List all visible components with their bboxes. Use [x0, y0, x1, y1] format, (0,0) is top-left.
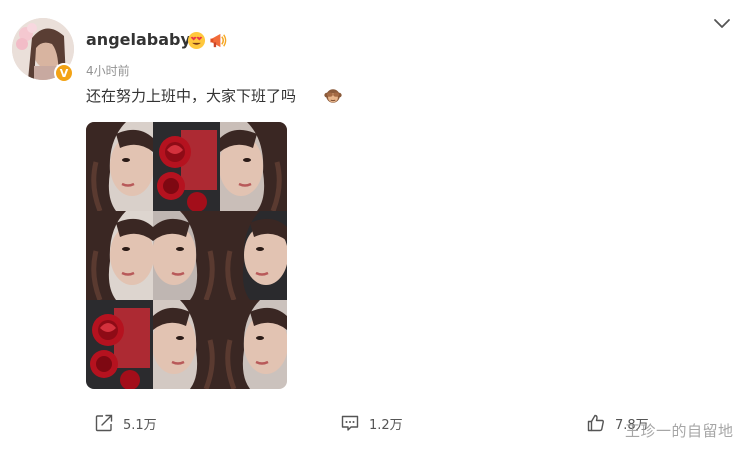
comment-icon: [341, 415, 359, 431]
weibo-post-card: V angelababy 4小时前 还在努力上班中，大家下班了吗 5.1万 1.…: [0, 0, 755, 450]
photo-grid[interactable]: [86, 122, 287, 389]
watermark: 王珍一的自留地: [625, 422, 734, 440]
photo-thumbnail[interactable]: [220, 211, 287, 300]
thumbs-up-icon: [587, 414, 604, 432]
verified-badge: V: [54, 63, 74, 83]
username[interactable]: angelababy: [86, 30, 191, 49]
heart-eyes-emoji-icon: [187, 31, 206, 50]
photo-thumbnail[interactable]: [86, 211, 153, 300]
post-timestamp[interactable]: 4小时前: [86, 62, 130, 79]
photo-thumbnail[interactable]: [153, 300, 220, 389]
photo-thumbnail[interactable]: [86, 300, 153, 389]
comment-button[interactable]: 1.2万: [340, 412, 403, 434]
photo-thumbnail[interactable]: [220, 122, 287, 211]
see-no-evil-monkey-emoji-icon: [324, 89, 342, 103]
photo-thumbnail[interactable]: [153, 211, 220, 300]
photo-thumbnail[interactable]: [86, 122, 153, 211]
repost-icon: [95, 414, 113, 432]
chevron-down-icon[interactable]: [712, 16, 732, 32]
photo-thumbnail[interactable]: [220, 300, 287, 389]
megaphone-emoji-icon: [210, 33, 227, 48]
comment-count: 1.2万: [369, 417, 403, 433]
repost-button[interactable]: 5.1万: [94, 412, 157, 434]
post-text: 还在努力上班中，大家下班了吗: [86, 87, 297, 105]
photo-thumbnail[interactable]: [153, 122, 220, 211]
repost-count: 5.1万: [123, 417, 157, 433]
